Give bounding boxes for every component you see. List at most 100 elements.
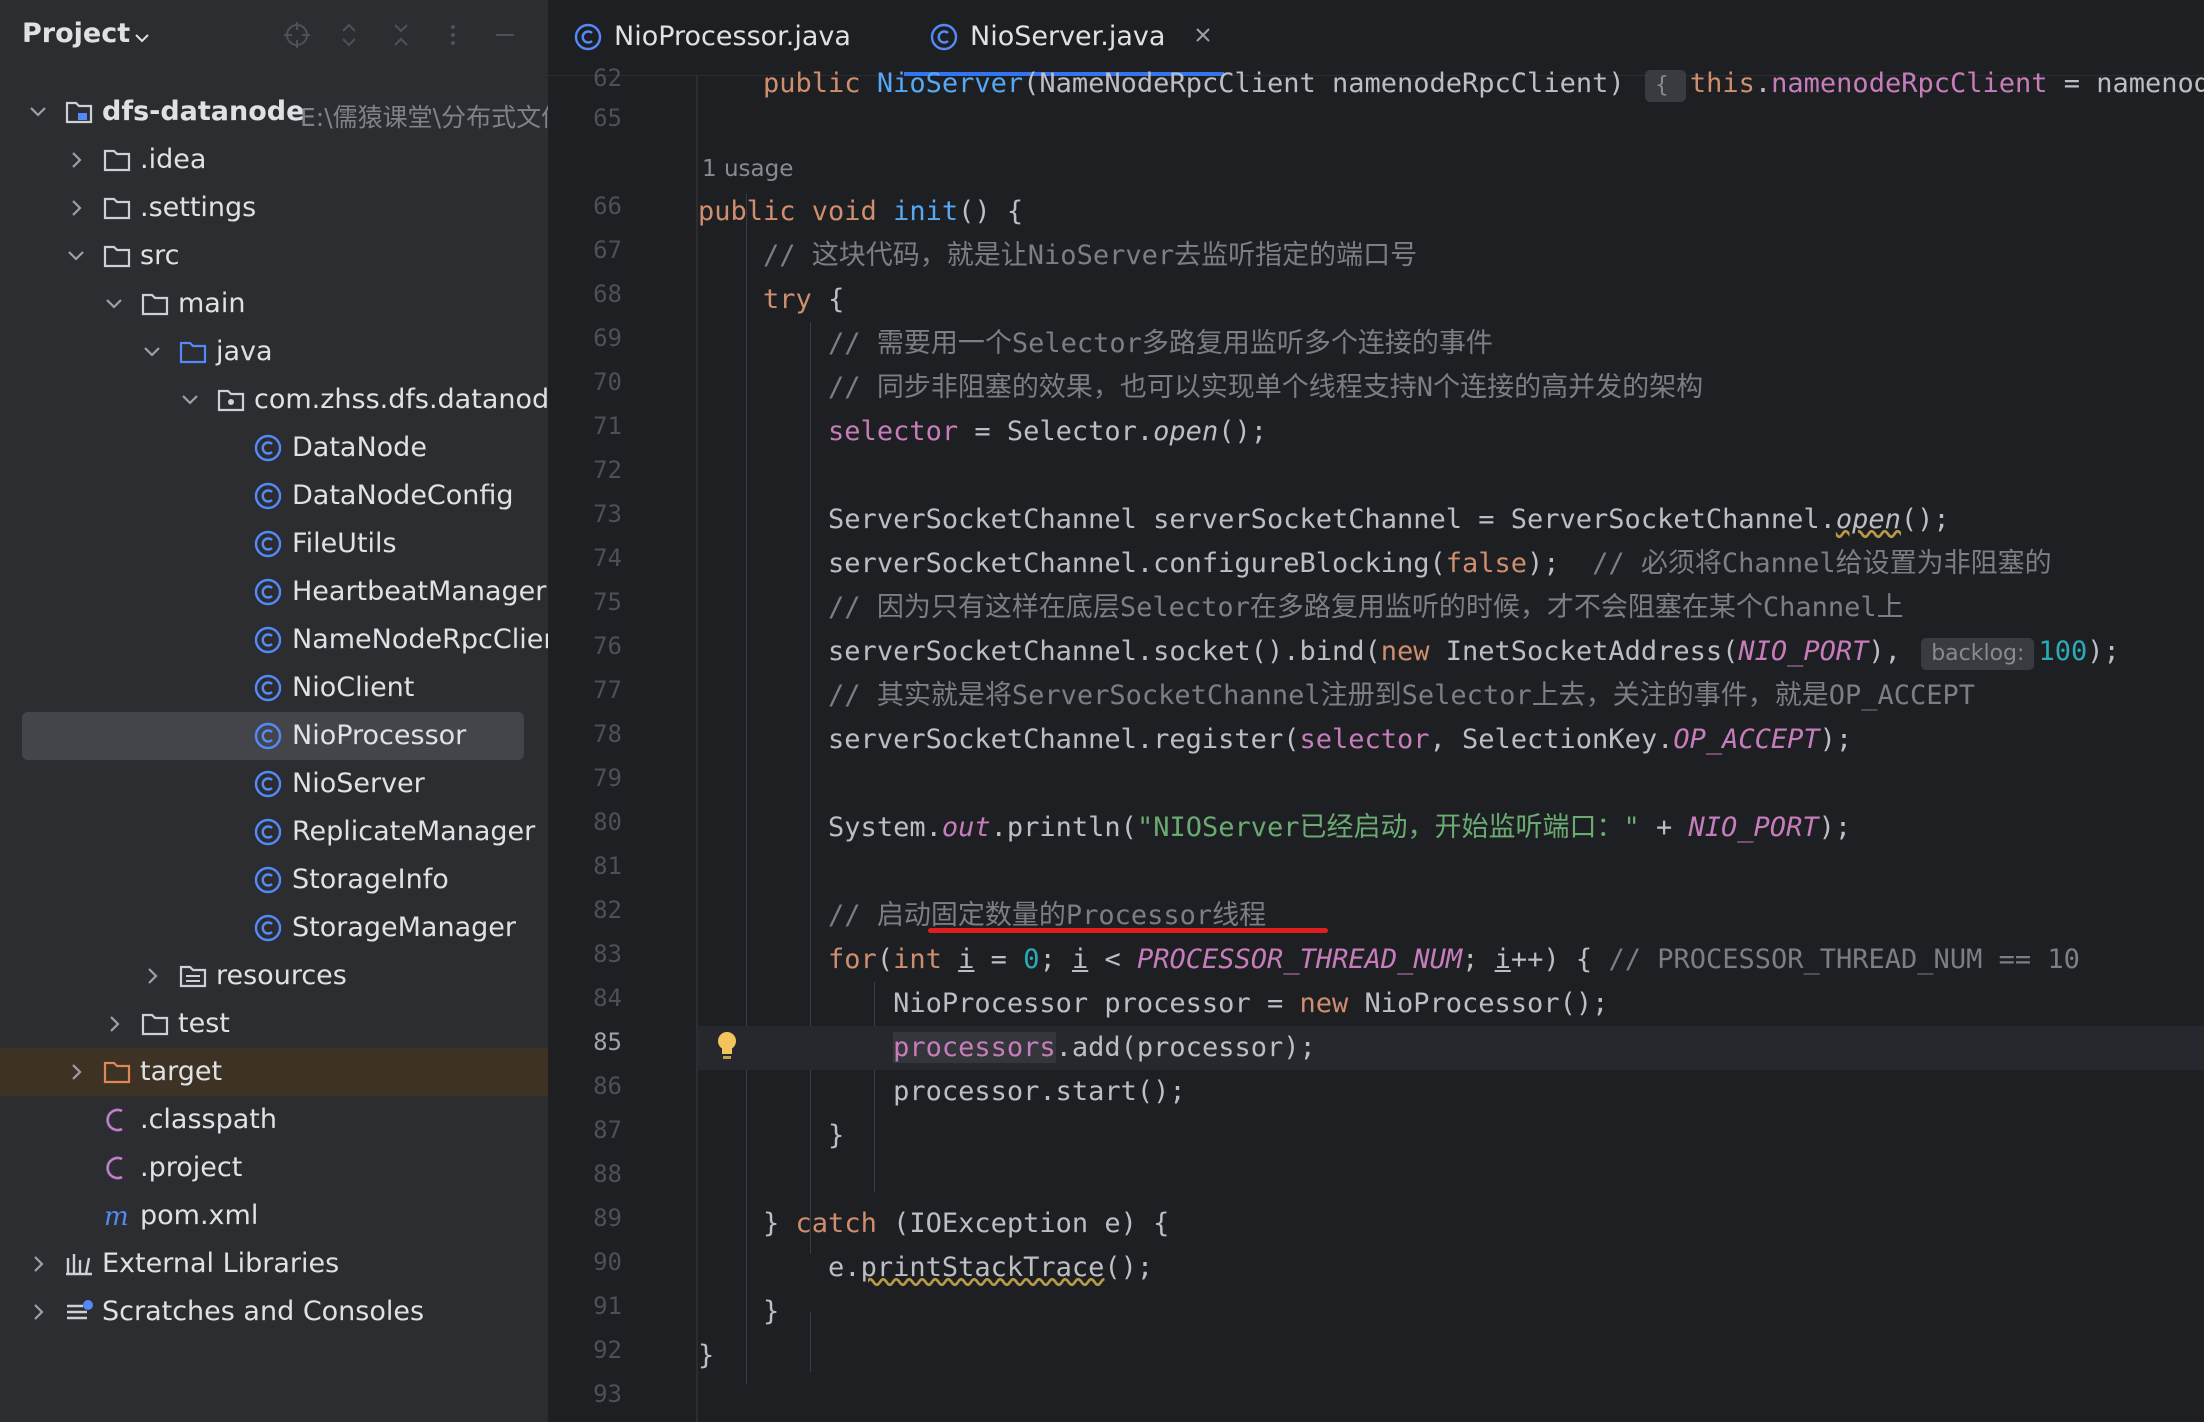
chevron-right-icon[interactable] <box>66 148 86 172</box>
class-icon <box>254 530 284 558</box>
code-line-86: processor.start(); <box>893 1076 1186 1107</box>
tree-item-label: .project <box>140 1152 243 1183</box>
code-line-85: processors.add(processor); <box>698 1026 2204 1070</box>
code-line-90: e.printStackTrace(); <box>828 1252 1154 1283</box>
tree-item-label: test <box>178 1008 230 1039</box>
code-view[interactable]: public NioServer(NameNodeRpcClient namen… <box>698 68 2204 1422</box>
tree-item-label: HeartbeatManager <box>292 576 547 607</box>
line-number: 73 <box>593 500 622 528</box>
tree-item-project[interactable]: .project <box>0 1144 548 1192</box>
tree-item-main[interactable]: main <box>0 280 548 328</box>
line-number: 81 <box>593 852 622 880</box>
tree-item-label: StorageManager <box>292 912 516 943</box>
project-panel-header: Project <box>0 0 548 76</box>
chevron-down-icon[interactable] <box>104 292 124 316</box>
class-icon <box>574 23 602 51</box>
chevron-down-icon[interactable] <box>132 28 152 48</box>
code-line-83: for(int i = 0; i < PROCESSOR_THREAD_NUM;… <box>828 944 2080 975</box>
chevron-down-icon[interactable] <box>28 100 48 124</box>
tree-item-datanodeconfig[interactable]: DataNodeConfig <box>0 472 548 520</box>
code-line-68: try { <box>763 284 845 315</box>
tree-item-test[interactable]: test <box>0 1000 548 1048</box>
tree-item-datanode[interactable]: DataNode <box>0 424 548 472</box>
expand-all-icon[interactable] <box>334 20 364 50</box>
hide-panel-icon[interactable] <box>490 20 520 50</box>
chevron-right-icon[interactable] <box>28 1252 48 1276</box>
tree-item-fileutils[interactable]: FileUtils <box>0 520 548 568</box>
close-icon[interactable] <box>1194 26 1212 44</box>
line-number: 82 <box>593 896 622 924</box>
chevron-right-icon[interactable] <box>66 196 86 220</box>
tree-item-pom-xml[interactable]: m pom.xml <box>0 1192 548 1240</box>
tree-item-label: .idea <box>140 144 207 175</box>
chevron-right-icon[interactable] <box>142 964 162 988</box>
code-line-76: serverSocketChannel.socket().bind(new In… <box>698 630 2204 674</box>
tree-item-replicatemanager[interactable]: ReplicateManager <box>0 808 548 856</box>
tree-item-storagemanager[interactable]: StorageManager <box>0 904 548 952</box>
line-number: 80 <box>593 808 622 836</box>
line-number: 83 <box>593 940 622 968</box>
tree-item-label: Scratches and Consoles <box>102 1296 425 1327</box>
line-number: 65 <box>593 104 622 132</box>
class-icon <box>930 23 958 51</box>
tree-item-storageinfo[interactable]: StorageInfo <box>0 856 548 904</box>
tree-item-settings[interactable]: .settings <box>0 184 548 232</box>
code-line-62: public NioServer(NameNodeRpcClient namen… <box>698 62 2204 106</box>
locate-icon[interactable] <box>282 20 312 50</box>
tree-item-namenoderpcclient[interactable]: NameNodeRpcClient <box>0 616 548 664</box>
line-number: 86 <box>593 1072 622 1100</box>
collapse-all-icon[interactable] <box>386 20 416 50</box>
code-line-71: selector = Selector.open(); <box>828 416 1267 447</box>
line-number: 93 <box>593 1380 622 1408</box>
class-icon <box>254 770 284 798</box>
chevron-right-icon[interactable] <box>104 1012 124 1036</box>
line-number: 88 <box>593 1160 622 1188</box>
tree-item-scratches-and-consoles[interactable]: Scratches and Consoles <box>0 1288 548 1336</box>
chevron-right-icon[interactable] <box>66 1060 86 1084</box>
line-number: 84 <box>593 984 622 1012</box>
tree-item-label: NioProcessor <box>292 720 467 751</box>
tree-item-dfs-datanode[interactable]: dfs-datanode E:\儒猿课堂\分布式文件 <box>0 88 548 136</box>
line-number: 77 <box>593 676 622 704</box>
folder-icon <box>140 290 170 318</box>
line-number: 70 <box>593 368 622 396</box>
project-view-title[interactable]: Project <box>22 18 130 49</box>
line-number: 72 <box>593 456 622 484</box>
tree-item-src[interactable]: src <box>0 232 548 280</box>
tree-item-nioclient[interactable]: NioClient <box>0 664 548 712</box>
tree-item-nioprocessor[interactable]: NioProcessor <box>22 712 524 760</box>
line-number: 79 <box>593 764 622 792</box>
lightbulb-icon[interactable] <box>716 1030 738 1064</box>
tree-item-heartbeatmanager[interactable]: HeartbeatManager <box>0 568 548 616</box>
code-line-78: serverSocketChannel.register(selector, S… <box>828 724 1853 755</box>
more-options-icon[interactable] <box>438 20 468 50</box>
eclipse-file-icon <box>102 1154 132 1182</box>
code-line-92: } <box>698 1340 715 1371</box>
tree-item-label: java <box>216 336 273 367</box>
chevron-down-icon[interactable] <box>142 340 162 364</box>
tree-item-com-zhss-dfs-datanode[interactable]: com.zhss.dfs.datanode. <box>0 376 548 424</box>
code-line-75: // 因为只有这样在底层Selector在多路复用监听的时候，才不会阻塞在某个C… <box>828 592 1904 623</box>
usage-hint[interactable]: 1 usage <box>702 146 2204 190</box>
class-icon <box>254 626 284 654</box>
chevron-right-icon[interactable] <box>28 1300 48 1324</box>
parameter-hint: backlog: <box>1921 638 2035 670</box>
tree-item-external-libraries[interactable]: External Libraries <box>0 1240 548 1288</box>
line-number: 74 <box>593 544 622 572</box>
code-line-80: System.out.println("NIOServer已经启动，开始监听端口… <box>828 812 1852 843</box>
tree-item-idea[interactable]: .idea <box>0 136 548 184</box>
class-icon <box>254 914 284 942</box>
module-folder-icon <box>64 98 94 126</box>
code-line-74: serverSocketChannel.configureBlocking(fa… <box>828 548 2052 579</box>
tree-item-resources[interactable]: resources <box>0 952 548 1000</box>
tree-item-classpath[interactable]: .classpath <box>0 1096 548 1144</box>
line-number: 90 <box>593 1248 622 1276</box>
tree-item-label: .classpath <box>140 1104 277 1135</box>
tree-item-java[interactable]: java <box>0 328 548 376</box>
chevron-down-icon[interactable] <box>66 244 86 268</box>
tree-item-nioserver[interactable]: NioServer <box>0 760 548 808</box>
tree-item-label: main <box>178 288 246 319</box>
tree-item-target[interactable]: target <box>0 1048 548 1096</box>
chevron-down-icon[interactable] <box>180 388 200 412</box>
class-icon <box>254 866 284 894</box>
